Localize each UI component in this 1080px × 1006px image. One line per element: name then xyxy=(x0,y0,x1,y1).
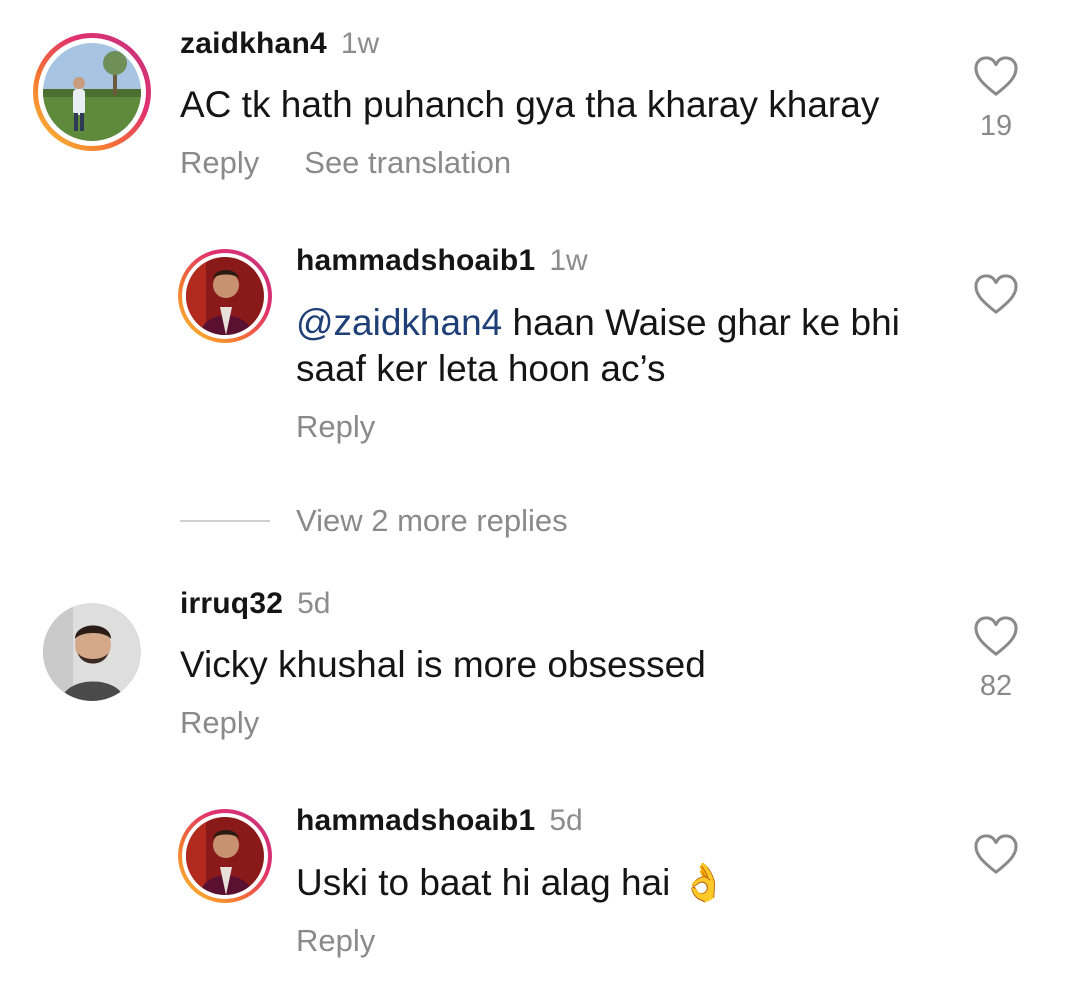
comment-username[interactable]: irruq32 xyxy=(180,587,283,621)
like-button[interactable] xyxy=(973,833,1019,880)
avatar-story-ring[interactable] xyxy=(178,809,272,903)
view-more-replies-button[interactable]: View 2 more replies xyxy=(296,503,568,539)
avatar xyxy=(186,257,264,335)
reply-button[interactable]: Reply xyxy=(296,923,375,958)
heart-outline-icon xyxy=(974,834,1018,874)
mention-link[interactable]: @zaidkhan4 xyxy=(296,302,502,343)
comment-timestamp: 1w xyxy=(340,27,380,60)
reply-button[interactable]: Reply xyxy=(180,705,259,740)
reply-button[interactable]: Reply xyxy=(296,409,375,444)
comment-text: Vicky khushal is more obsessed xyxy=(180,644,706,685)
reply-button[interactable]: Reply xyxy=(180,145,259,181)
comment-timestamp: 1w xyxy=(549,244,588,277)
comment-username[interactable]: zaidkhan4 xyxy=(180,27,327,61)
like-button[interactable] xyxy=(973,273,1019,320)
like-count: 82 xyxy=(979,670,1013,702)
comment-timestamp: 5d xyxy=(297,587,331,620)
avatar-story-ring[interactable] xyxy=(178,249,272,343)
comment-text-line: haan Waise ghar ke bhi xyxy=(502,302,900,343)
avatar xyxy=(186,817,264,895)
see-translation-button[interactable]: See translation xyxy=(304,145,511,181)
comment-username[interactable]: hammadshoaib1 xyxy=(296,244,535,278)
comment-text: AC tk hath puhanch gya tha kharay kharay xyxy=(180,84,880,125)
heart-outline-icon xyxy=(974,56,1018,96)
divider xyxy=(180,520,270,522)
like-count: 19 xyxy=(979,110,1013,142)
avatar[interactable] xyxy=(43,603,141,701)
heart-outline-icon xyxy=(974,274,1018,314)
like-button[interactable] xyxy=(973,55,1019,102)
avatar xyxy=(43,43,141,141)
comment-text-line: saaf ker leta hoon ac’s xyxy=(296,348,666,389)
avatar-story-ring[interactable] xyxy=(33,33,151,151)
comment-text: Uski to baat hi alag hai 👌 xyxy=(296,862,727,903)
comment-text: @zaidkhan4 haan Waise ghar ke bhi saaf k… xyxy=(296,300,936,392)
comment-username[interactable]: hammadshoaib1 xyxy=(296,804,535,838)
like-button[interactable] xyxy=(973,615,1019,662)
comment-timestamp: 5d xyxy=(549,804,583,837)
heart-outline-icon xyxy=(974,616,1018,656)
